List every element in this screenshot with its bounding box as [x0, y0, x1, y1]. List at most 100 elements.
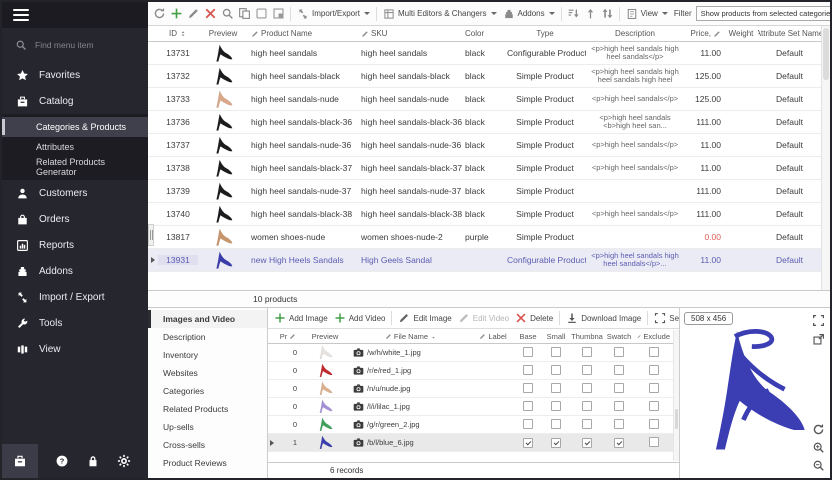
column-header-sku[interactable]: SKU: [358, 29, 462, 38]
thumbnail-checkbox[interactable]: [582, 365, 592, 375]
refresh-icon[interactable]: [153, 7, 166, 20]
image-row-b-l-blue-6-jpg[interactable]: 1/b/l/blue_6.jpg: [268, 434, 679, 452]
swatch-checkbox[interactable]: [614, 365, 624, 375]
small-checkbox[interactable]: [551, 438, 561, 448]
tab-images-and-video[interactable]: Images and Video: [148, 310, 267, 328]
tab-websites[interactable]: Websites: [148, 364, 267, 382]
open-external-icon[interactable]: [812, 333, 825, 346]
image-row-r-e-red-1-jpg[interactable]: 0/r/e/red_1.jpg: [268, 362, 679, 380]
column-header-type[interactable]: Type: [504, 29, 586, 38]
exclude-checkbox[interactable]: [649, 437, 659, 447]
thumbnail-checkbox[interactable]: [582, 419, 592, 429]
product-row-13731[interactable]: 13731high heel sandalshigh heel sandalsb…: [148, 42, 830, 65]
column-header-preview[interactable]: Preview: [198, 29, 248, 38]
edit-icon[interactable]: [187, 7, 200, 20]
column-header-exclude[interactable]: Exclude: [634, 332, 673, 341]
products-scrollbar[interactable]: [821, 26, 830, 290]
exclude-checkbox[interactable]: [649, 419, 659, 429]
column-header-file-name[interactable]: File Name: [350, 332, 472, 341]
base-checkbox[interactable]: [523, 401, 533, 411]
image-row-l-i-lilac-1-jpg[interactable]: 0/l/i/lilac_1.jpg: [268, 398, 679, 416]
add-video-button[interactable]: Add Video: [332, 310, 388, 326]
base-checkbox[interactable]: [523, 438, 533, 448]
view-button[interactable]: View: [624, 6, 670, 22]
thumbnail-checkbox[interactable]: [582, 438, 592, 448]
thumbnail-checkbox[interactable]: [582, 383, 592, 393]
select-cells-icon[interactable]: [272, 7, 285, 20]
image-row-g-r-green-2-jpg[interactable]: 0/g/r/green_2.jpg: [268, 416, 679, 434]
column-header-base[interactable]: Base: [514, 332, 542, 341]
image-row-n-u-nude-jpg[interactable]: 0/n/u/nude.jpg: [268, 380, 679, 398]
base-checkbox[interactable]: [523, 365, 533, 375]
column-header-weight[interactable]: Weight: [724, 29, 758, 38]
small-checkbox[interactable]: [551, 419, 561, 429]
column-header-color[interactable]: Color: [462, 29, 504, 38]
multi-editors-button[interactable]: Multi Editors & Changers: [381, 6, 498, 22]
zoom-in-icon[interactable]: [812, 441, 825, 454]
thumbnail-checkbox[interactable]: [582, 401, 592, 411]
catalog-footer-button[interactable]: [2, 444, 38, 478]
sidebar-item-addons[interactable]: Addons: [2, 258, 148, 284]
sidebar-item-import-export[interactable]: Import / Export: [2, 284, 148, 310]
image-row-w-h-white-1-jpg[interactable]: 0/w/h/white_1.jpg: [268, 344, 679, 362]
base-checkbox[interactable]: [523, 347, 533, 357]
product-row-13739[interactable]: 13739high heel sandals-nude-37high heel …: [148, 180, 830, 203]
small-checkbox[interactable]: [551, 401, 561, 411]
product-row-13740[interactable]: 13740high heel sandals-black-38high heel…: [148, 203, 830, 226]
base-checkbox[interactable]: [523, 383, 533, 393]
column-header-swatch[interactable]: Swatch: [604, 332, 634, 341]
category-filter-select[interactable]: Show products from selected categories: [696, 6, 830, 21]
tab-up-sells[interactable]: Up-sells: [148, 418, 267, 436]
panel-splitter-handle[interactable]: [148, 224, 154, 246]
menu-search-input[interactable]: Find menu item: [2, 28, 148, 62]
sidebar-item-view[interactable]: View: [2, 336, 148, 362]
swap-order-icon[interactable]: [601, 7, 614, 20]
tab-inventory[interactable]: Inventory: [148, 346, 267, 364]
help-icon[interactable]: ?: [55, 454, 69, 468]
import-export-button[interactable]: Import/Export: [295, 6, 372, 22]
sidebar-item-tools[interactable]: Tools: [2, 310, 148, 336]
small-checkbox[interactable]: [551, 365, 561, 375]
delete-image-button[interactable]: Delete: [513, 310, 555, 326]
scrollbar-thumb[interactable]: [675, 409, 678, 429]
search-icon[interactable]: [221, 7, 234, 20]
column-header-thumbnail[interactable]: Thumbna: [570, 332, 604, 341]
sort-icon[interactable]: [567, 7, 580, 20]
sidebar-item-customers[interactable]: Customers: [2, 180, 148, 206]
tab-product-reviews[interactable]: Product Reviews: [148, 454, 267, 472]
move-up-icon[interactable]: [584, 7, 597, 20]
edit-video-button[interactable]: Edit Video: [456, 310, 511, 326]
column-header-description[interactable]: Description: [586, 29, 684, 38]
images-scrollbar[interactable]: [673, 330, 679, 461]
tab-related-products[interactable]: Related Products: [148, 400, 267, 418]
delete-icon[interactable]: [204, 7, 217, 20]
product-row-13736[interactable]: 13736high heel sandals-black-36high heel…: [148, 111, 830, 134]
product-row-13733[interactable]: 13733high heel sandals-nudehigh heel san…: [148, 88, 830, 111]
base-checkbox[interactable]: [523, 419, 533, 429]
exclude-checkbox[interactable]: [649, 347, 659, 357]
gear-icon[interactable]: [117, 454, 131, 468]
column-header-label[interactable]: Label: [472, 332, 514, 341]
column-header-small[interactable]: Small: [542, 332, 570, 341]
sidebar-item-favorites[interactable]: Favorites: [2, 62, 148, 88]
lock-icon[interactable]: [86, 454, 100, 468]
sidebar-item-categories-products[interactable]: Categories & Products: [2, 117, 148, 137]
sidebar-item-orders[interactable]: Orders: [2, 206, 148, 232]
product-row-13931[interactable]: 13931new High Heels SandalsHigh Geels Sa…: [148, 249, 830, 272]
swatch-checkbox[interactable]: [614, 383, 624, 393]
product-row-13737[interactable]: 13737high heel sandals-nude-36high heel …: [148, 134, 830, 157]
add-image-button[interactable]: Add Image: [272, 310, 330, 326]
exclude-checkbox[interactable]: [649, 383, 659, 393]
set-resize-rule-button[interactable]: Set Resize Rule: [652, 310, 679, 326]
rotate-icon[interactable]: [812, 423, 825, 436]
product-row-13732[interactable]: 13732high heel sandals-blackhigh heel sa…: [148, 65, 830, 88]
column-header-product-name[interactable]: Product Name: [248, 29, 358, 38]
sidebar-item-related-products-generator[interactable]: Related Products Generator: [2, 157, 148, 177]
tab-categories[interactable]: Categories: [148, 382, 267, 400]
thumbnail-checkbox[interactable]: [582, 347, 592, 357]
tab-description[interactable]: Description: [148, 328, 267, 346]
exclude-checkbox[interactable]: [649, 401, 659, 411]
sidebar-item-reports[interactable]: Reports: [2, 232, 148, 258]
swatch-checkbox[interactable]: [614, 419, 624, 429]
column-header-price[interactable]: Price,: [684, 29, 724, 38]
